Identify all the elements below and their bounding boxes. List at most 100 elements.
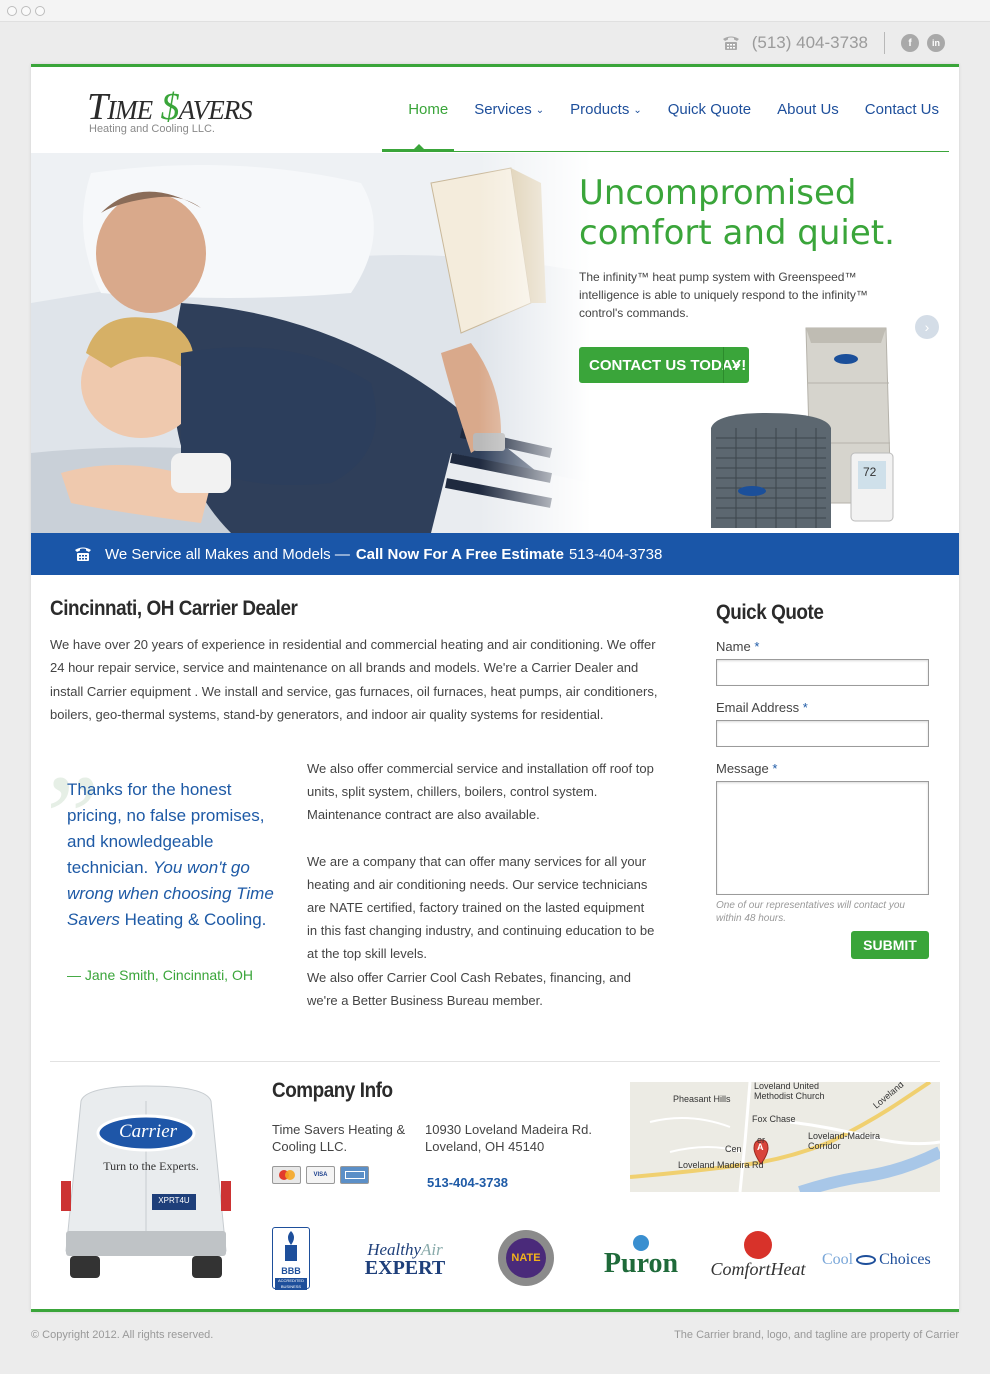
nav-active-indicator [382, 149, 454, 152]
company-name: Time Savers Heating & Cooling LLC. [272, 1122, 406, 1154]
bbb-torch-icon [285, 1231, 297, 1261]
chevron-right-icon: › [924, 319, 930, 335]
facebook-icon[interactable]: f [901, 34, 919, 52]
van-tagline: Turn to the Experts. [103, 1159, 199, 1173]
thermostat-reading: 72 [863, 465, 877, 479]
divider [884, 32, 885, 54]
nate-text: NATE [511, 1252, 541, 1264]
quick-quote-form: Quick Quote Name * Email Address * Messa… [716, 601, 931, 959]
form-note: One of our representatives will contact … [716, 900, 905, 924]
nav-label: Quick Quote [667, 101, 752, 118]
top-phone-number[interactable]: (513) 404-3738 [752, 33, 868, 53]
bbb-text: BBB [281, 1266, 301, 1276]
amex-icon [340, 1166, 369, 1184]
comfortheat-text: ComfortHeat [710, 1259, 806, 1279]
nav-label: Services [474, 101, 532, 118]
page-frame: Time $avers Heating and Cooling LLC. Hom… [31, 64, 959, 1312]
name-label: Name * [716, 639, 931, 654]
expert-text: EXPERT [364, 1257, 446, 1279]
quick-quote-title: Quick Quote [716, 601, 824, 624]
copyright: © Copyright 2012. All rights reserved. [31, 1329, 214, 1341]
map-label: Loveland-Madeira Corridor [808, 1131, 881, 1151]
bbb-badge[interactable]: BBB ACCREDITED BUSINESS [272, 1227, 310, 1290]
chevron-down-icon: ⌄ [633, 105, 642, 116]
visa-icon: VISA [306, 1166, 335, 1184]
email-label: Email Address * [716, 700, 931, 715]
comfortheat-swirl-icon [744, 1231, 772, 1259]
comfortheat-logo[interactable]: ComfortHeat [708, 1231, 808, 1280]
company-info-title: Company Info [272, 1079, 393, 1102]
email-label-text: Email Address [716, 700, 800, 715]
slider-next-button[interactable]: › [915, 315, 939, 339]
testimonial-author: — Jane Smith, Cincinnati, OH [67, 967, 253, 983]
partner-logos: BBB ACCREDITED BUSINESS HealthyAir EXPER… [272, 1227, 942, 1292]
mastercard-icon [272, 1166, 301, 1184]
required-marker: * [772, 761, 778, 776]
required-marker: * [802, 700, 808, 715]
window-zoom-button[interactable] [35, 6, 45, 16]
cool-word: Cool [822, 1251, 854, 1268]
payment-cards: VISA [272, 1166, 369, 1184]
window-minimize-button[interactable] [21, 6, 31, 16]
nav-label: Contact Us [864, 101, 939, 118]
message-label: Message * [716, 761, 931, 776]
map-label: Fox Chase [752, 1114, 796, 1124]
rebates-paragraph: We also offer Carrier Cool Cash Rebates,… [307, 969, 631, 1008]
chevron-down-icon: ⌄ [535, 105, 545, 116]
submit-button[interactable]: SUBMIT [851, 931, 929, 959]
telephone-icon [722, 36, 739, 50]
nav-label: Products [570, 101, 630, 118]
healthy-air-text: HealthyAir [355, 1241, 455, 1258]
window-close-button[interactable] [7, 6, 17, 16]
testimonial: ” Thanks for the honest pricing, no fals… [46, 757, 290, 984]
nav-item-quick-quote[interactable]: Quick Quote [668, 101, 751, 118]
company-address: 10930 Loveland Madeira Rd. Loveland, OH … [425, 1121, 625, 1155]
nav-item-home[interactable]: Home [408, 101, 448, 118]
service-phone[interactable]: 513-404-3738 [569, 546, 662, 563]
nav-item-products[interactable]: Products ⌄ [570, 101, 642, 118]
map-label: Pheasant Hills [673, 1094, 731, 1104]
main-content: Cincinnati, OH Carrier Dealer We have ov… [50, 597, 660, 726]
nav-label: About Us [777, 101, 839, 118]
message-textarea[interactable] [716, 781, 929, 895]
map-label: Cen [725, 1144, 742, 1154]
nate-badge-inner: NATE [506, 1238, 546, 1278]
message-label-text: Message [716, 761, 769, 776]
van-brand: Carrier [118, 1121, 178, 1142]
puron-text: Puron [603, 1248, 679, 1279]
nate-badge[interactable]: NATE [498, 1230, 554, 1286]
nav-item-contact-us[interactable]: Contact Us [865, 101, 939, 118]
bbb-subtext: ACCREDITED BUSINESS [275, 1278, 307, 1290]
choices-word: Choices [879, 1251, 931, 1268]
trademark-notice: The Carrier brand, logo, and tagline are… [674, 1329, 959, 1341]
service-cta-text: Call Now For A Free Estimate [355, 545, 564, 563]
healthy-air-expert-logo[interactable]: HealthyAir EXPERT [355, 1241, 455, 1279]
location-map[interactable]: Pheasant Hills Loveland United Methodist… [630, 1082, 940, 1192]
linkedin-icon[interactable]: in [927, 34, 945, 52]
email-input[interactable] [716, 720, 929, 747]
browser-chrome [0, 0, 990, 22]
commercial-paragraph: We also offer commercial service and ins… [307, 761, 654, 823]
mastercard-logo [278, 1170, 295, 1180]
nav-item-services[interactable]: Services ⌄ [474, 101, 544, 118]
nav-active-pointer [414, 144, 424, 149]
swirl-icon [856, 1255, 877, 1265]
address-line2: Loveland, OH 45140 [425, 1139, 545, 1154]
service-call-banner: We Service all Makes and Models — Call N… [31, 533, 959, 575]
site-logo[interactable]: Time $avers Heating and Cooling LLC. [87, 85, 253, 135]
name-input[interactable] [716, 659, 929, 686]
main-navigation: Home Services ⌄ Products ⌄ Quick Quote Abo… [408, 101, 939, 118]
nav-underline [382, 151, 949, 152]
map-marker-label: A [757, 1142, 764, 1152]
page-title: Cincinnati, OH Carrier Dealer [50, 597, 298, 620]
amex-logo [344, 1171, 365, 1179]
services-paragraph: We are a company that can offer many ser… [307, 853, 655, 962]
testimonial-text-part2: Heating & Cooling. [119, 910, 267, 929]
hero-headline: Uncompromised comfort and quiet. [579, 173, 895, 253]
cool-choices-logo[interactable]: Cool Choices [822, 1251, 932, 1269]
puron-logo[interactable]: Puron [596, 1235, 686, 1279]
nav-item-about-us[interactable]: About Us [777, 101, 839, 118]
logo-word-avers: avers [178, 86, 253, 128]
hero-photo [31, 153, 591, 533]
company-phone[interactable]: 513-404-3738 [427, 1175, 508, 1190]
